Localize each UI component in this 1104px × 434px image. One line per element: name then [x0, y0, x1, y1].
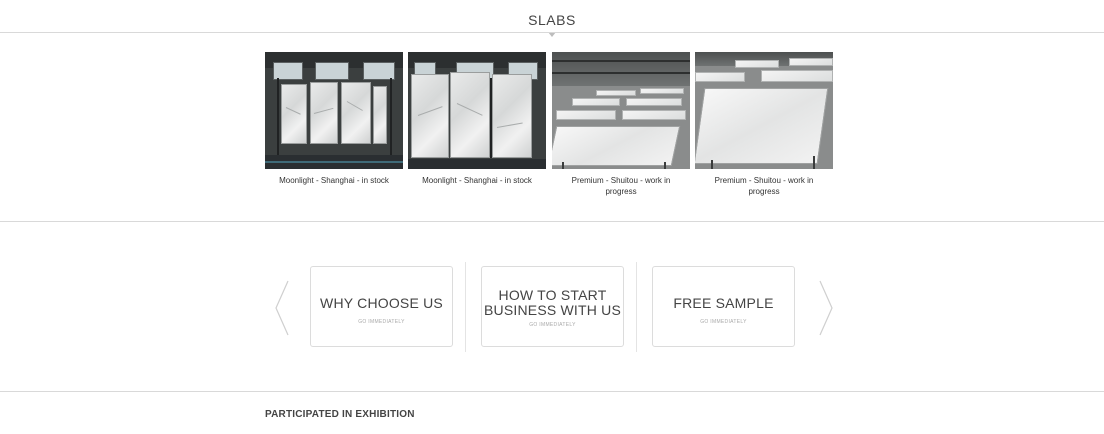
free-sample-card[interactable]: FREE SAMPLE GO IMMEDIATELY	[652, 266, 795, 347]
page: SLABS Moonlight - Shanghai - in stock Mo…	[0, 0, 1104, 434]
slab-photo[interactable]	[265, 52, 403, 169]
go-immediately-link[interactable]: GO IMMEDIATELY	[311, 319, 452, 325]
slab-tile[interactable]: Premium - Shuitou - work in progress	[552, 52, 690, 197]
chevron-right-icon[interactable]	[819, 280, 833, 336]
exhibition-title: PARTICIPATED IN EXHIBITION	[265, 409, 415, 420]
divider-top	[0, 32, 1104, 33]
why-choose-us-card[interactable]: WHY CHOOSE US GO IMMEDIATELY	[310, 266, 453, 347]
info-carousel: WHY CHOOSE US GO IMMEDIATELY HOW TO STAR…	[272, 262, 838, 352]
slab-tile[interactable]: Moonlight - Shanghai - in stock	[408, 52, 546, 186]
slab-tile[interactable]: Premium - Shuitou - work in progress	[695, 52, 833, 197]
card-divider	[636, 262, 637, 352]
slab-tile[interactable]: Moonlight - Shanghai - in stock	[265, 52, 403, 186]
slab-caption[interactable]: Moonlight - Shanghai - in stock	[408, 175, 546, 186]
how-to-start-card[interactable]: HOW TO START BUSINESS WITH US GO IMMEDIA…	[481, 266, 624, 347]
chevron-left-icon[interactable]	[275, 280, 289, 336]
slab-caption[interactable]: Moonlight - Shanghai - in stock	[265, 175, 403, 186]
card-title: HOW TO START BUSINESS WITH US	[484, 287, 621, 318]
slab-caption[interactable]: Premium - Shuitou - work in progress	[695, 175, 833, 197]
slab-gallery: Moonlight - Shanghai - in stock Moonligh…	[265, 52, 833, 202]
go-immediately-link[interactable]: GO IMMEDIATELY	[482, 322, 623, 328]
slab-caption[interactable]: Premium - Shuitou - work in progress	[552, 175, 690, 197]
slab-photo[interactable]	[552, 52, 690, 169]
card-title: WHY CHOOSE US	[320, 295, 443, 311]
card-title: FREE SAMPLE	[673, 295, 774, 311]
go-immediately-link[interactable]: GO IMMEDIATELY	[653, 319, 794, 325]
slabs-title: SLABS	[528, 12, 576, 28]
card-divider	[465, 262, 466, 352]
divider-bottom	[0, 391, 1104, 392]
slab-photo[interactable]	[408, 52, 546, 169]
divider-middle	[0, 221, 1104, 222]
slab-photo[interactable]	[695, 52, 833, 169]
